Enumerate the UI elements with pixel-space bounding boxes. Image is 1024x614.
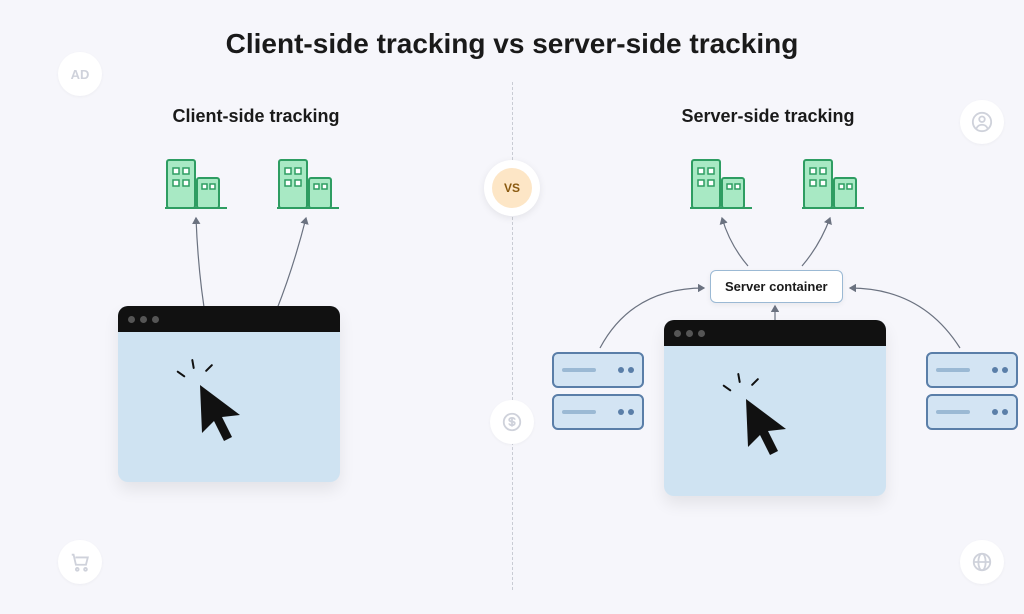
server-unit-icon — [926, 352, 1018, 388]
cursor-icon — [192, 381, 248, 443]
browser-titlebar — [664, 320, 886, 346]
browser-titlebar — [118, 306, 340, 332]
building-icon — [690, 154, 752, 210]
building-group-left — [165, 154, 339, 210]
server-unit-icon — [552, 394, 644, 430]
server-stack — [926, 352, 1018, 436]
building-icon — [802, 154, 864, 210]
server-side-title: Server-side tracking — [512, 106, 1024, 127]
page-title: Client-side tracking vs server-side trac… — [0, 0, 1024, 60]
ad-icon: AD — [58, 52, 102, 96]
server-stack — [552, 352, 644, 436]
building-group-right — [690, 154, 864, 210]
server-unit-icon — [552, 352, 644, 388]
client-side-panel: Client-side tracking — [0, 100, 512, 614]
server-side-panel: Server-side tracking — [512, 100, 1024, 614]
browser-window — [118, 306, 340, 482]
browser-window — [664, 320, 886, 496]
server-container-box: Server container — [710, 270, 843, 303]
building-icon — [165, 154, 227, 210]
building-icon — [277, 154, 339, 210]
server-unit-icon — [926, 394, 1018, 430]
client-side-title: Client-side tracking — [0, 106, 512, 127]
cursor-icon — [738, 395, 794, 457]
